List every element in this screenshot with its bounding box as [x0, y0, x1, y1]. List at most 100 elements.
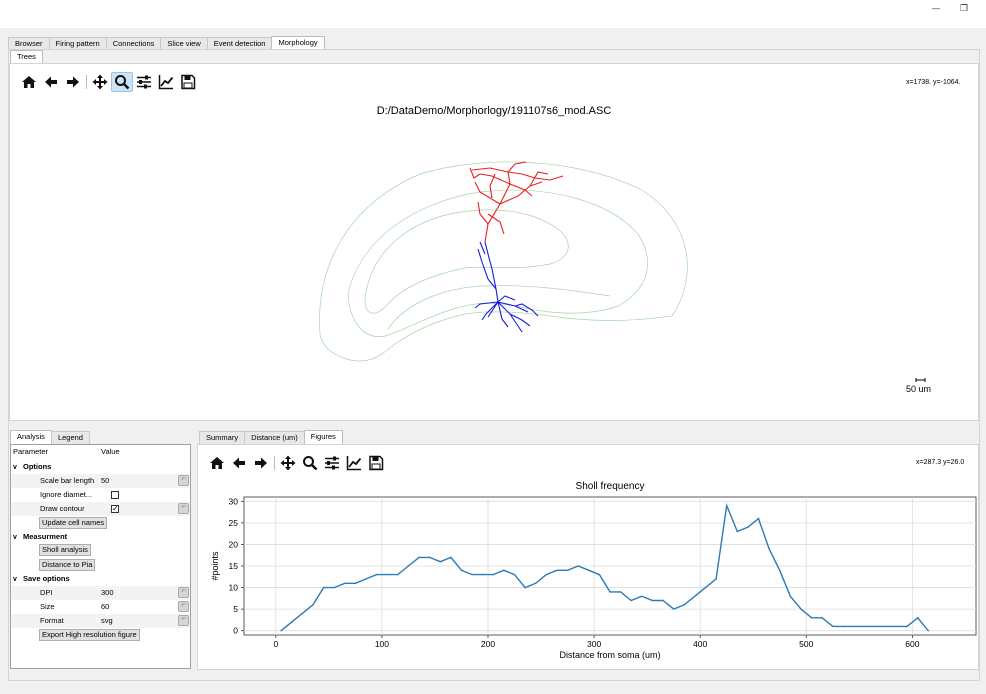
size-row: Size 60 ↶ — [11, 600, 190, 614]
y-tick-label: 20 — [229, 539, 239, 549]
basal-branch — [497, 295, 516, 303]
header-parameter: Parameter — [13, 447, 49, 456]
apical-branch — [477, 201, 489, 225]
data-point — [407, 565, 410, 567]
data-point — [789, 595, 792, 597]
format-select[interactable]: svg — [101, 614, 113, 628]
ignore-diameter-checkbox[interactable] — [111, 491, 119, 499]
data-point — [779, 569, 781, 572]
data-point — [810, 617, 813, 619]
data-point — [757, 517, 760, 520]
data-point — [863, 625, 866, 628]
restore-button[interactable]: ❐ — [954, 2, 974, 18]
data-point — [365, 578, 367, 580]
draw-contour-checkbox[interactable]: ✓ — [111, 505, 119, 513]
x-tick-label: 600 — [905, 639, 919, 649]
group-options-label: Options — [23, 462, 52, 471]
tab-distance[interactable]: Distance (um) — [244, 431, 305, 444]
data-point — [397, 573, 399, 576]
x-tick-label: 0 — [273, 639, 278, 649]
basal-branch — [477, 248, 497, 290]
x-tick-label: 200 — [481, 639, 495, 649]
data-point — [821, 617, 823, 619]
scale-bar — [915, 378, 926, 382]
scale-bar-input[interactable]: 50 — [101, 474, 109, 488]
data-point — [312, 604, 314, 606]
y-tick-label: 25 — [229, 518, 239, 528]
apical-branch — [499, 181, 543, 205]
data-point — [344, 582, 346, 584]
y-tick-label: 5 — [233, 604, 238, 614]
tab-morphology[interactable]: Morphology — [271, 36, 325, 50]
data-point — [694, 595, 696, 597]
scale-bar-label: 50 um — [906, 384, 932, 394]
x-axis-label: Distance from soma (um) — [559, 650, 660, 660]
data-point — [651, 599, 654, 602]
reset-default-icon[interactable]: ↶ — [178, 587, 189, 598]
distance-to-pia-button[interactable]: Distance to Pia — [39, 559, 96, 571]
data-point — [747, 526, 749, 528]
data-point — [598, 573, 601, 576]
tab-trees[interactable]: Trees — [10, 50, 43, 64]
group-options[interactable]: v Options — [13, 460, 51, 474]
trees-canvas[interactable]: x=1738. y=-1064. D:/DataDemo/Morphorlogy… — [9, 63, 979, 421]
group-measurement[interactable]: v Measurment — [13, 530, 67, 544]
data-point — [291, 621, 293, 623]
data-point — [481, 573, 484, 576]
y-tick-label: 0 — [233, 626, 238, 636]
draw-contour-row: Draw contour ✓ ↶ — [11, 502, 190, 516]
data-point — [832, 625, 834, 628]
data-point — [715, 578, 717, 580]
size-label: Size — [40, 602, 55, 611]
data-point — [874, 625, 876, 628]
data-point — [322, 586, 325, 589]
data-point — [386, 573, 388, 576]
tab-figures[interactable]: Figures — [303, 430, 343, 444]
ignore-diameter-label: Ignore diamet... — [40, 490, 93, 499]
data-point — [450, 556, 452, 559]
data-point — [535, 582, 537, 584]
header-row: Parameter Value — [11, 445, 190, 459]
basal-branch — [484, 241, 499, 303]
reset-default-icon[interactable]: ↶ — [178, 615, 189, 626]
scale-bar-row: Scale bar length 50 ↶ — [11, 474, 190, 488]
data-point — [916, 617, 919, 619]
y-tick-label: 10 — [229, 583, 239, 593]
data-point — [492, 573, 495, 576]
group-save-options[interactable]: v Save options — [13, 572, 70, 586]
format-label: Format — [40, 616, 64, 625]
reset-default-icon[interactable]: ↶ — [178, 601, 189, 612]
draw-contour-label: Draw contour — [40, 504, 85, 513]
dpi-input[interactable]: 300 — [101, 586, 114, 600]
apical-branch — [507, 161, 527, 173]
data-point — [672, 608, 675, 610]
data-point — [927, 629, 929, 632]
size-input[interactable]: 60 — [101, 600, 109, 614]
sholl-analysis-button[interactable]: Sholl analysis — [39, 544, 91, 556]
sholl-figure-panel[interactable]: x=287.3 y=26.0 0 100 200 300 400 500 600 0 5 10 15… — [197, 444, 979, 670]
chevron-down-icon: v — [13, 534, 17, 541]
right-tab-bar: Summary Distance (um) Figures — [199, 430, 343, 444]
data-point — [333, 586, 335, 589]
tab-legend[interactable]: Legend — [50, 431, 90, 444]
reset-default-icon[interactable]: ↶ — [178, 475, 189, 486]
inner-contour — [347, 189, 648, 337]
data-point — [354, 582, 357, 584]
tab-summary[interactable]: Summary — [199, 431, 246, 444]
data-point — [503, 569, 505, 572]
header-value: Value — [101, 447, 120, 456]
tab-analysis[interactable]: Analysis — [10, 430, 52, 444]
data-point — [619, 591, 622, 593]
sholl-chart: 0 100 200 300 400 500 600 0 5 10 15 20 25 30 Sholl fre… — [210, 481, 977, 660]
export-figure-button[interactable]: Export High resolution figure — [39, 629, 140, 641]
data-point — [725, 504, 728, 507]
reset-default-icon[interactable]: ↶ — [178, 503, 189, 514]
minimize-button[interactable]: — — [926, 2, 946, 18]
y-tick-label: 15 — [229, 561, 239, 571]
ignore-diameter-row: Ignore diamet... — [11, 488, 190, 502]
data-point — [545, 573, 548, 576]
outer-contour — [319, 161, 688, 362]
update-cell-names-button[interactable]: Update cell names — [39, 517, 108, 529]
data-point — [556, 569, 558, 572]
apical-branch — [471, 167, 509, 173]
